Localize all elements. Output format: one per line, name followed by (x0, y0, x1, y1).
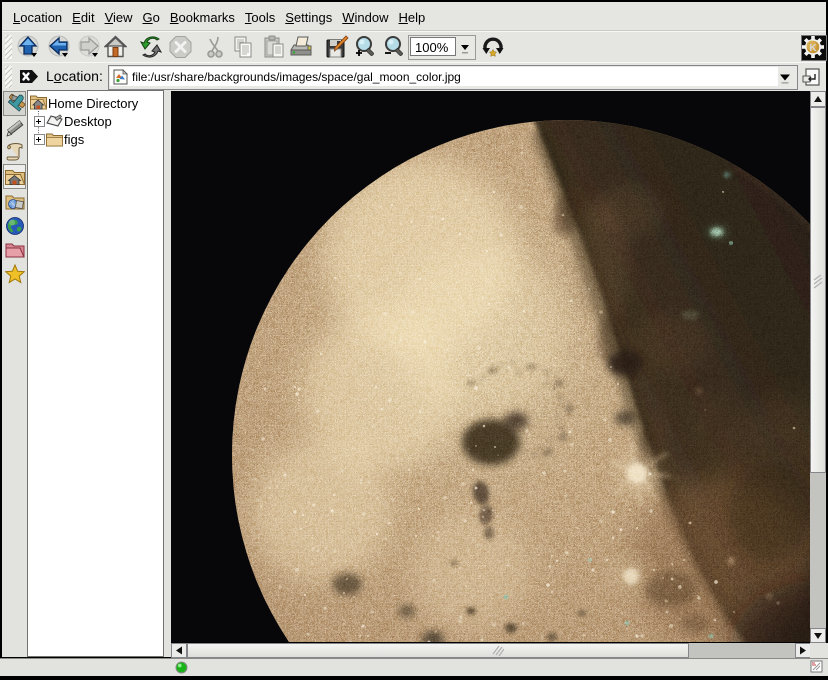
svg-text:K: K (809, 43, 817, 54)
